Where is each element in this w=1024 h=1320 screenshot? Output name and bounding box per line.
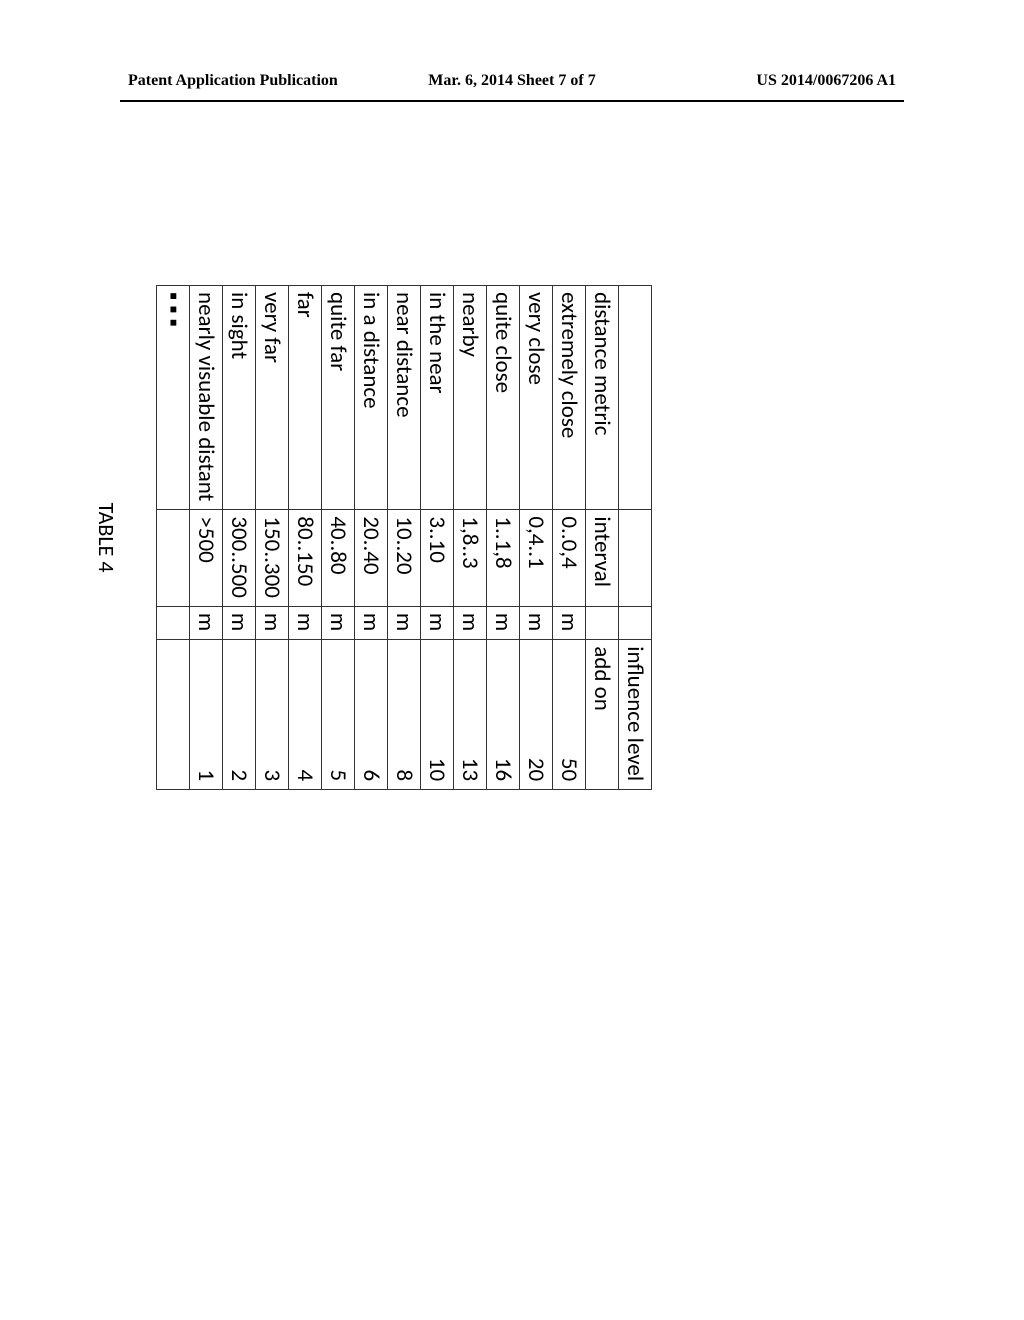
hdr-metric-blank [619,286,652,510]
table-row: quite close 1..1,8 m 16 [487,286,520,790]
hdr-addon: add on [586,640,619,790]
table-row: extremely close 0..0,4 m 50 [553,286,586,790]
cell-interval: 1,8..3 [454,510,487,607]
cell-unit: m [256,606,289,639]
cell-metric: very close [520,286,553,510]
cell-metric: far [289,286,322,510]
cell-unit: m [388,606,421,639]
cell-metric: extremely close [553,286,586,510]
cell-influence: 20 [520,640,553,790]
table-row: near distance 10..20 m 8 [388,286,421,790]
cell-interval: 150..300 [256,510,289,607]
table-header-row-1: influence level [619,286,652,790]
cell-interval [157,510,190,607]
cell-metric: in the near [421,286,454,510]
cell-interval: >500 [190,510,223,607]
cell-influence: 13 [454,640,487,790]
hdr-interval-blank [619,510,652,607]
cell-interval: 0..0,4 [553,510,586,607]
table-row: nearly visuable distant >500 m 1 [190,286,223,790]
table-row: very far 150..300 m 3 [256,286,289,790]
cell-influence: 50 [553,640,586,790]
table-row: quite far 40..80 m 5 [322,286,355,790]
cell-metric: quite close [487,286,520,510]
cell-unit [157,606,190,639]
cell-influence: 3 [256,640,289,790]
cell-metric: in a distance [355,286,388,510]
hdr-influence-level: influence level [619,640,652,790]
hdr-metric: distance metric [586,286,619,510]
table-row: in sight 300..500 m 2 [223,286,256,790]
table-row: nearby 1,8..3 m 13 [454,286,487,790]
table-row: very close 0,4..1 m 20 [520,286,553,790]
cell-metric: near distance [388,286,421,510]
cell-influence: 5 [322,640,355,790]
hdr-unit-blank [619,606,652,639]
table-header-row-2: distance metric interval add on [586,286,619,790]
cell-influence [157,640,190,790]
cell-unit: m [553,606,586,639]
cell-unit: m [520,606,553,639]
cell-metric: nearby [454,286,487,510]
header-divider [120,100,904,102]
cell-influence: 1 [190,640,223,790]
cell-unit: m [289,606,322,639]
table-caption: TABLE 4 [93,285,156,790]
cell-influence: 10 [421,640,454,790]
cell-influence: 4 [289,640,322,790]
cell-unit: m [190,606,223,639]
table-row: in a distance 20..40 m 6 [355,286,388,790]
cell-metric: quite far [322,286,355,510]
cell-unit: m [355,606,388,639]
cell-interval: 300..500 [223,510,256,607]
cell-interval: 20..40 [355,510,388,607]
distance-influence-table: influence level distance metric interval… [156,285,652,790]
table-row: in the near 3..10 m 10 [421,286,454,790]
cell-unit: m [322,606,355,639]
cell-influence: 2 [223,640,256,790]
cell-interval: 80..150 [289,510,322,607]
cell-metric: ▪ ▪ ▪ [157,286,190,510]
table-row-ellipsis: ▪ ▪ ▪ [157,286,190,790]
page: Patent Application Publication Mar. 6, 2… [0,0,1024,1320]
table-row: far 80..150 m 4 [289,286,322,790]
cell-metric: in sight [223,286,256,510]
cell-interval: 1..1,8 [487,510,520,607]
cell-unit: m [421,606,454,639]
cell-interval: 40..80 [322,510,355,607]
cell-influence: 16 [487,640,520,790]
cell-influence: 8 [388,640,421,790]
hdr-interval: interval [586,510,619,607]
header-right: US 2014/0067206 A1 [756,72,896,90]
cell-interval: 3..10 [421,510,454,607]
content-area: influence level distance metric interval… [0,120,1024,1270]
rotated-figure: influence level distance metric interval… [93,285,652,790]
cell-unit: m [454,606,487,639]
cell-interval: 10..20 [388,510,421,607]
hdr-unit [586,606,619,639]
page-header: Patent Application Publication Mar. 6, 2… [0,72,1024,100]
cell-influence: 6 [355,640,388,790]
cell-unit: m [487,606,520,639]
cell-metric: very far [256,286,289,510]
cell-unit: m [223,606,256,639]
cell-metric: nearly visuable distant [190,286,223,510]
cell-interval: 0,4..1 [520,510,553,607]
